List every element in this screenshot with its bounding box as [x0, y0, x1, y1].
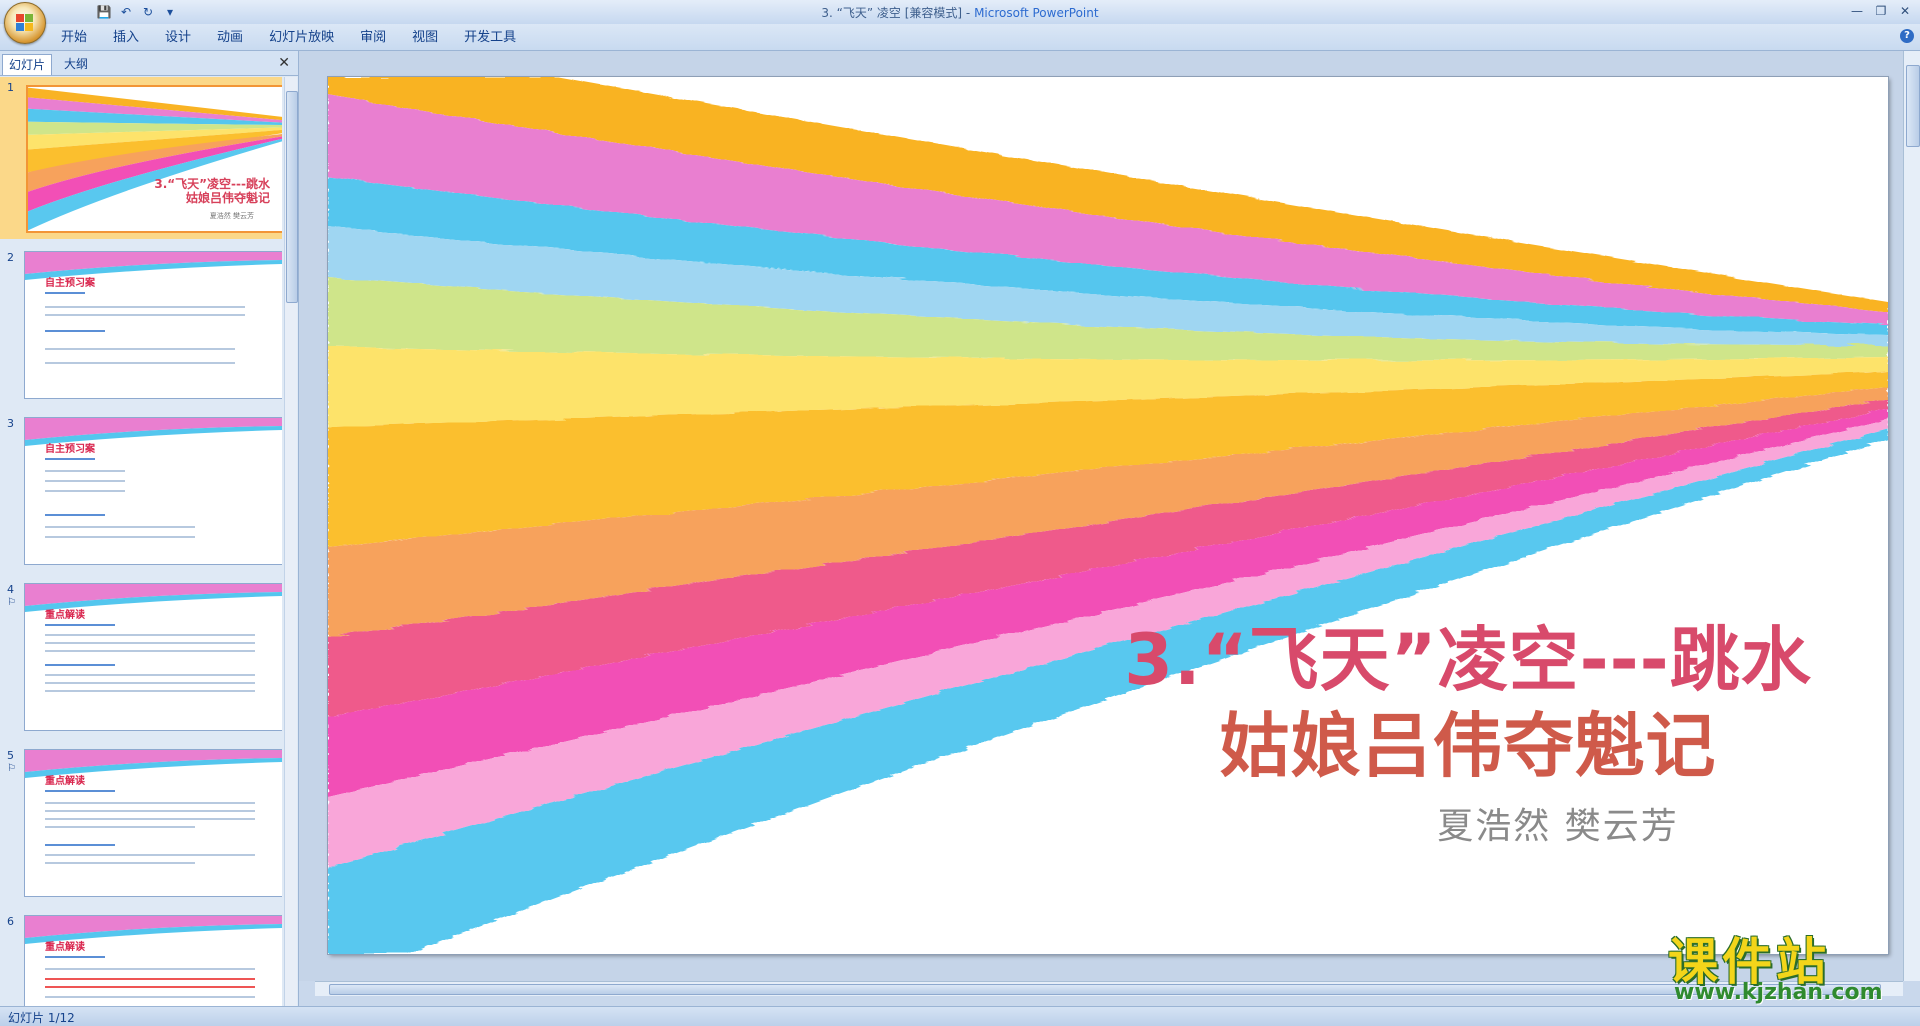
slide-number: 6 [7, 915, 14, 928]
vertical-scrollbar[interactable] [1903, 51, 1920, 981]
slide-preview: 3.“飞天”凌空---跳水 姑娘吕伟夺魁记 夏浩然 樊云芳 [26, 85, 282, 233]
thumb-title: 重点解读 [45, 942, 85, 953]
slide-title-line1: 3.“飞天”凌空---跳水 [1124, 619, 1812, 701]
slide-thumbnail-4[interactable]: 4 ⚐ 重点解读 [0, 579, 282, 739]
help-icon[interactable]: ? [1900, 29, 1914, 43]
title-bar: 💾 ↶ ↻ ▾ 3. “飞天” 凌空 [兼容模式] - Microsoft Po… [0, 0, 1920, 44]
slide-title[interactable]: 3.“飞天”凌空---跳水 姑娘吕伟夺魁记 [1108, 617, 1828, 789]
animation-icon: ⚐ [7, 763, 16, 774]
title-separator: - [962, 6, 975, 20]
tab-slideshow[interactable]: 幻灯片放映 [256, 29, 347, 47]
thumb-title: 自主预习案 [45, 278, 95, 289]
rainbow-stripes-graphic [28, 87, 282, 231]
slide-editing-area: 3.“飞天”凌空---跳水 姑娘吕伟夺魁记 夏浩然 樊云芳 [299, 51, 1903, 981]
slide-number: 1 [7, 81, 14, 94]
app-name: Microsoft PowerPoint [974, 6, 1099, 20]
thumb-title: 重点解读 [45, 610, 85, 621]
slides-panel: 幻灯片 大纲 ✕ 1 3.“飞天”凌空---跳水 姑娘吕伟夺魁记 夏浩然 樊云芳… [0, 51, 299, 1006]
scrollbar-thumb[interactable] [329, 984, 1881, 995]
slide-thumbnail-6[interactable]: 6 重点解读 [0, 911, 282, 1006]
slide-preview: 自主预习案 [24, 417, 282, 565]
slide-preview: 自主预习案 [24, 251, 282, 399]
tab-view[interactable]: 视图 [399, 29, 451, 47]
tab-outline[interactable]: 大纲 [58, 54, 94, 74]
minimize-button[interactable]: — [1846, 2, 1868, 20]
tab-design[interactable]: 设计 [152, 29, 204, 47]
tab-animations[interactable]: 动画 [204, 29, 256, 47]
slide-preview: 重点解读 [24, 749, 282, 897]
tab-developer[interactable]: 开发工具 [451, 29, 529, 47]
window-controls: — ❐ ✕ [1846, 2, 1916, 20]
slide-preview: 重点解读 [24, 915, 282, 1006]
thumb-title: 重点解读 [45, 776, 85, 787]
scrollbar-thumb[interactable] [286, 91, 298, 303]
current-slide[interactable]: 3.“飞天”凌空---跳水 姑娘吕伟夺魁记 夏浩然 樊云芳 [328, 77, 1888, 954]
slide-thumbnail-list: 1 3.“飞天”凌空---跳水 姑娘吕伟夺魁记 夏浩然 樊云芳 2 自主预习案 … [0, 77, 282, 1006]
office-button[interactable] [4, 2, 46, 44]
office-logo-icon [16, 14, 34, 32]
site-watermark-logo: 课件站 www.kjzhan.com [1668, 922, 1908, 1006]
watermark-url: www.kjzhan.com [1674, 980, 1883, 1005]
document-name: 3. “飞天” 凌空 [兼容模式] [821, 6, 963, 20]
panel-close-icon[interactable]: ✕ [278, 55, 290, 71]
slide-number: 5 [7, 749, 14, 762]
slide-thumbnail-3[interactable]: 3 自主预习案 [0, 413, 282, 573]
status-bar: 幻灯片 1/12 [0, 1006, 1920, 1026]
scrollbar-thumb[interactable] [1906, 65, 1920, 147]
slide-number: 2 [7, 251, 14, 264]
ribbon-tab-bar: 开始 插入 设计 动画 幻灯片放映 审阅 视图 开发工具 ? [0, 24, 1920, 51]
window-title: 3. “飞天” 凌空 [兼容模式] - Microsoft PowerPoint [0, 4, 1920, 21]
slide-preview: 重点解读 [24, 583, 282, 731]
slide-authors[interactable]: 夏浩然 樊云芳 [1328, 797, 1788, 849]
slide-thumbnail-1[interactable]: 1 3.“飞天”凌空---跳水 姑娘吕伟夺魁记 夏浩然 樊云芳 [0, 77, 282, 239]
thumb-title: 3.“飞天”凌空---跳水 姑娘吕伟夺魁记 [154, 177, 270, 205]
thumb-authors: 夏浩然 樊云芳 [209, 212, 254, 220]
tab-slides[interactable]: 幻灯片 [2, 54, 53, 75]
tab-home[interactable]: 开始 [48, 29, 100, 47]
animation-icon: ⚐ [7, 597, 16, 608]
slide-counter: 幻灯片 1/12 [8, 1011, 75, 1025]
slide-thumbnail-5[interactable]: 5 ⚐ 重点解读 [0, 745, 282, 905]
restore-button[interactable]: ❐ [1870, 2, 1892, 20]
slide-number: 3 [7, 417, 14, 430]
thumbnail-scrollbar[interactable] [284, 77, 298, 1006]
panel-tabs: 幻灯片 大纲 ✕ [0, 51, 298, 76]
thumb-title: 自主预习案 [45, 444, 95, 455]
slide-thumbnail-2[interactable]: 2 自主预习案 [0, 247, 282, 407]
slide-title-line2: 姑娘吕伟夺魁记 [1219, 705, 1717, 787]
horizontal-scrollbar[interactable] [315, 981, 1903, 996]
close-button[interactable]: ✕ [1894, 2, 1916, 20]
slide-number: 4 [7, 583, 14, 596]
tab-insert[interactable]: 插入 [100, 29, 152, 47]
tab-review[interactable]: 审阅 [347, 29, 399, 47]
